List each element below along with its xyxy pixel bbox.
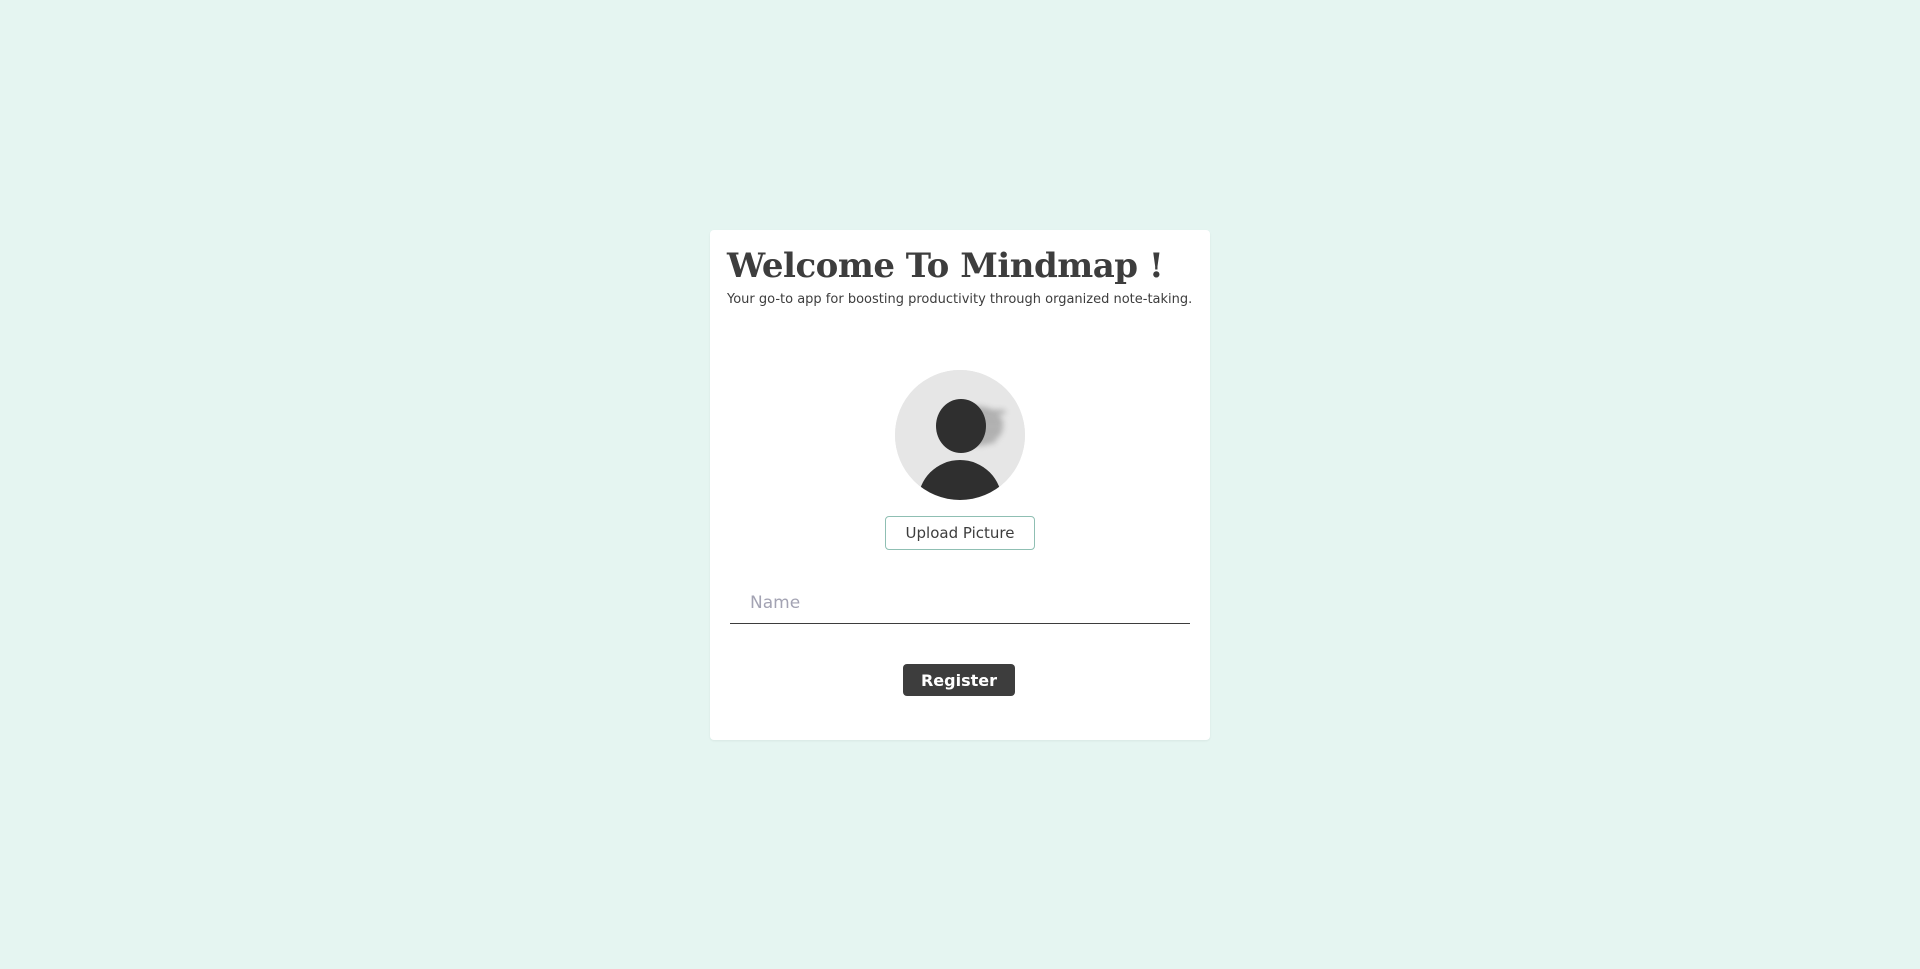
- upload-picture-button[interactable]: Upload Picture: [885, 516, 1035, 550]
- user-avatar-icon: [895, 370, 1025, 500]
- page-title: Welcome To Mindmap !: [727, 246, 1164, 286]
- avatar: [895, 370, 1025, 500]
- register-button[interactable]: Register: [903, 664, 1015, 696]
- name-field: [730, 582, 1190, 624]
- registration-card: Welcome To Mindmap ! Your go-to app for …: [710, 230, 1210, 740]
- name-input[interactable]: [730, 582, 1190, 623]
- page-subtitle: Your go-to app for boosting productivity…: [727, 292, 1193, 307]
